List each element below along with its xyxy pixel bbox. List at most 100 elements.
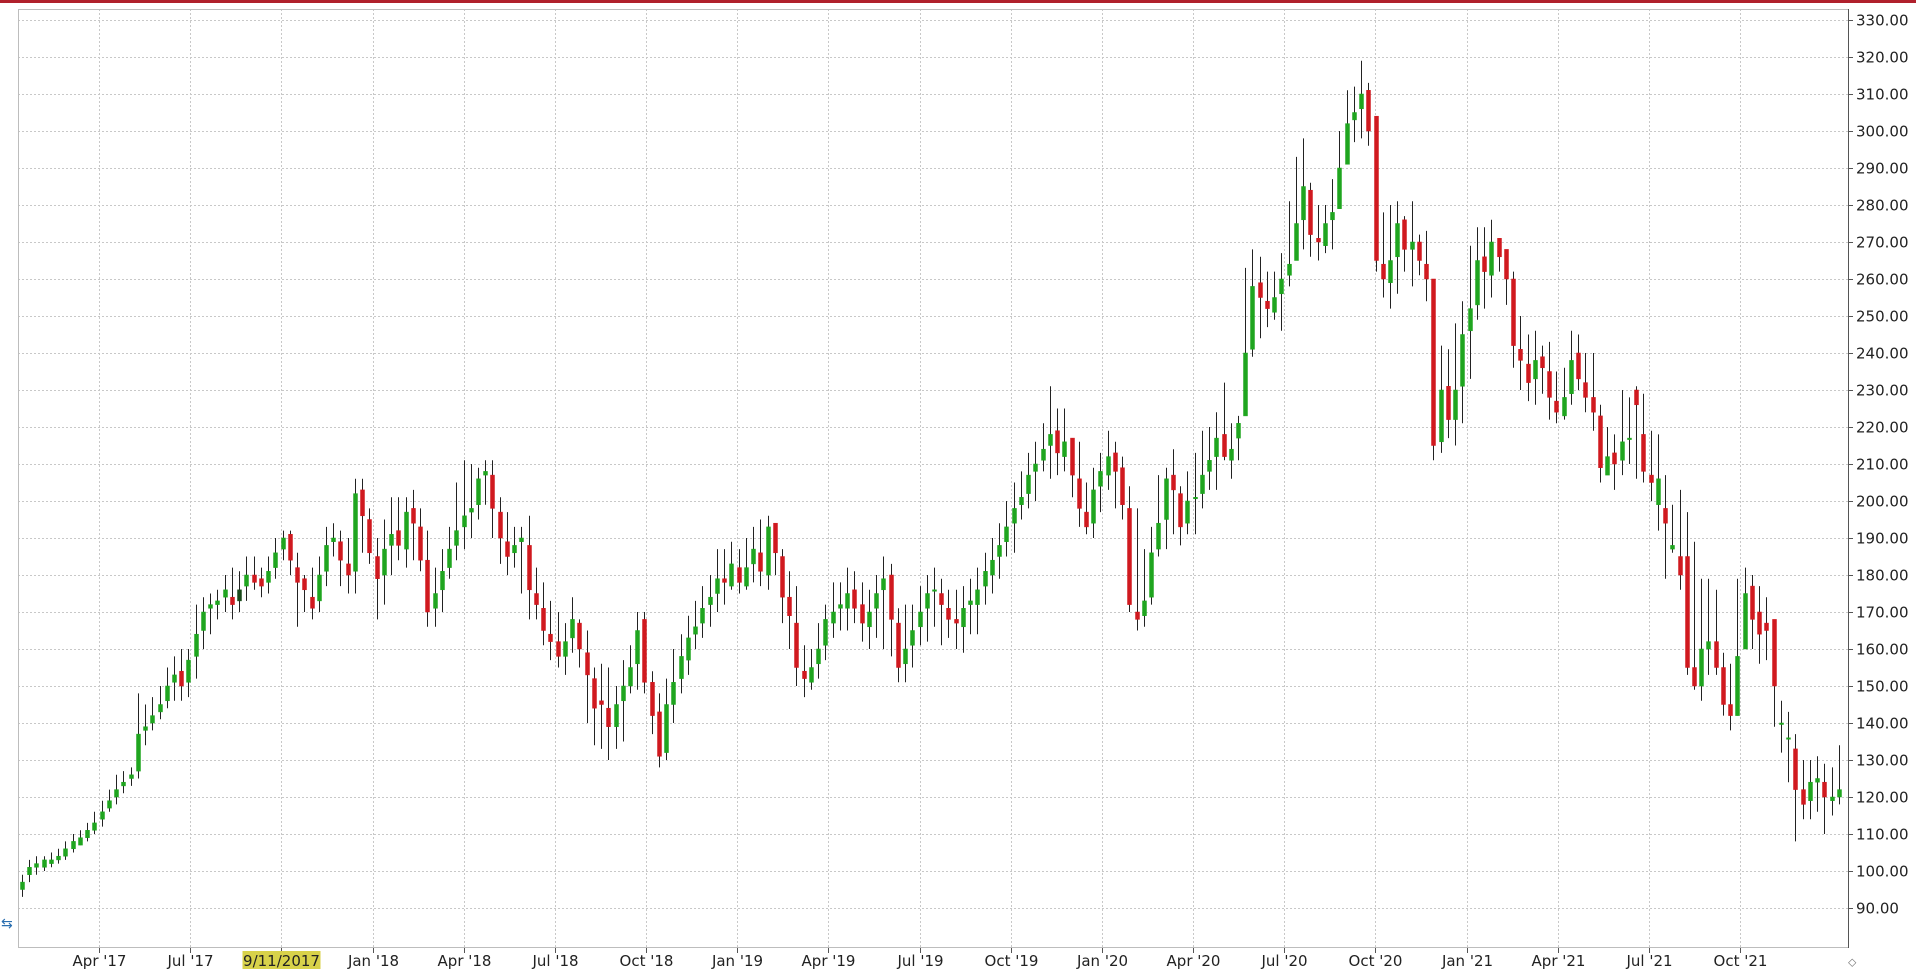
candle-body-up [1337, 167, 1342, 209]
candle-body-down [411, 508, 416, 524]
candle-body-up [158, 704, 163, 713]
candle-body-up [1279, 278, 1284, 295]
candle [411, 489, 416, 561]
y-tick-label: 280.00 [1856, 197, 1909, 215]
candle [548, 600, 553, 661]
candle-body-up [671, 682, 676, 705]
candle [852, 571, 857, 624]
candle-body-down [1316, 238, 1321, 243]
candle [1098, 452, 1103, 513]
y-tick-label: 140.00 [1856, 715, 1909, 733]
candle-body-up [1410, 241, 1415, 250]
candle-body-down [1113, 452, 1118, 472]
candle [1685, 512, 1690, 675]
x-tick-label: Apr '21 [1532, 952, 1586, 970]
candle [1091, 467, 1096, 538]
candle-body-up [686, 637, 691, 661]
candle-body-up [1786, 737, 1791, 740]
candle [1301, 138, 1306, 250]
candle-body-up [223, 589, 228, 598]
candle-body-up [1699, 648, 1704, 687]
candle-body-down [1178, 493, 1183, 528]
candle [27, 859, 32, 883]
y-tick-label: 240.00 [1856, 345, 1909, 363]
x-tick-label: Jan '19 [711, 952, 763, 970]
candle-body-down [1591, 397, 1596, 413]
candle [1750, 575, 1755, 649]
candle [954, 589, 959, 649]
candle [889, 563, 894, 657]
candle-body-down [780, 556, 785, 598]
candle [201, 597, 206, 649]
candle-body-up [331, 537, 336, 542]
candle [454, 482, 459, 561]
candle [1801, 760, 1806, 820]
candle-body-up [1207, 460, 1212, 472]
x-tick-label: Jan '20 [1076, 952, 1128, 970]
candle-body-down [1417, 241, 1422, 261]
candle-body-up [1562, 397, 1567, 417]
candle-body-up [1460, 334, 1465, 387]
candle [440, 549, 445, 612]
candle-body-up [823, 619, 828, 646]
candle [1236, 415, 1241, 461]
candle-body-up [519, 537, 524, 542]
candle-body-up [1323, 223, 1328, 246]
candle [845, 567, 850, 631]
candle [483, 460, 488, 505]
candle-body-up [433, 593, 438, 609]
candle-body-up [100, 811, 105, 820]
candle [635, 612, 640, 690]
candle-body-up [867, 611, 872, 628]
candle-body-down [1685, 556, 1690, 668]
candle [490, 460, 495, 538]
candle-body-up [476, 478, 481, 505]
candle-body-up [1706, 641, 1711, 650]
candle-body-up [1012, 508, 1017, 524]
candle [621, 660, 626, 742]
candle-body-up [244, 574, 249, 587]
candle-body-down [1511, 278, 1516, 346]
candle [1178, 486, 1183, 546]
x-tick-label: Oct '19 [985, 952, 1039, 970]
candle-body-up [1352, 112, 1357, 121]
candle [628, 645, 633, 694]
candle [1533, 330, 1538, 405]
candle [657, 693, 662, 768]
candle [614, 686, 619, 749]
candle-body-down [1526, 363, 1531, 383]
candle-body-up [990, 559, 995, 576]
candle-body-up [121, 781, 126, 787]
candle [679, 634, 684, 694]
candle [961, 586, 966, 653]
candle-body-down [1308, 189, 1313, 235]
x-tick-label: Jul '18 [531, 952, 578, 970]
candle [1757, 586, 1762, 664]
candle-body-down [1424, 263, 1429, 280]
candle [1446, 349, 1451, 439]
candle-body-up [1229, 448, 1234, 461]
plot-frame [18, 9, 1849, 948]
candle-body-down [1482, 256, 1487, 272]
candle-body-down [396, 530, 401, 546]
candle-body-down [505, 541, 510, 557]
candle-body-up [71, 841, 76, 850]
x-tick-label: Jul '19 [896, 952, 943, 970]
candle-body-up [968, 600, 973, 605]
candle [512, 526, 517, 568]
candle-body-down [367, 519, 372, 554]
candle-body-down [577, 622, 582, 650]
candle [1084, 482, 1089, 535]
candle-body-up [751, 548, 756, 565]
candle [433, 567, 438, 627]
candle-body-down [295, 567, 300, 583]
candle-body-down [758, 552, 763, 572]
candle-body-down [1171, 474, 1176, 491]
y-tick-label: 270.00 [1856, 234, 1909, 252]
candle-body-up [382, 548, 387, 576]
x-tick-label: Oct '20 [1349, 952, 1403, 970]
candle [179, 649, 184, 701]
candle-body-up [1019, 497, 1024, 505]
candle [1359, 60, 1364, 139]
candle [288, 530, 293, 575]
